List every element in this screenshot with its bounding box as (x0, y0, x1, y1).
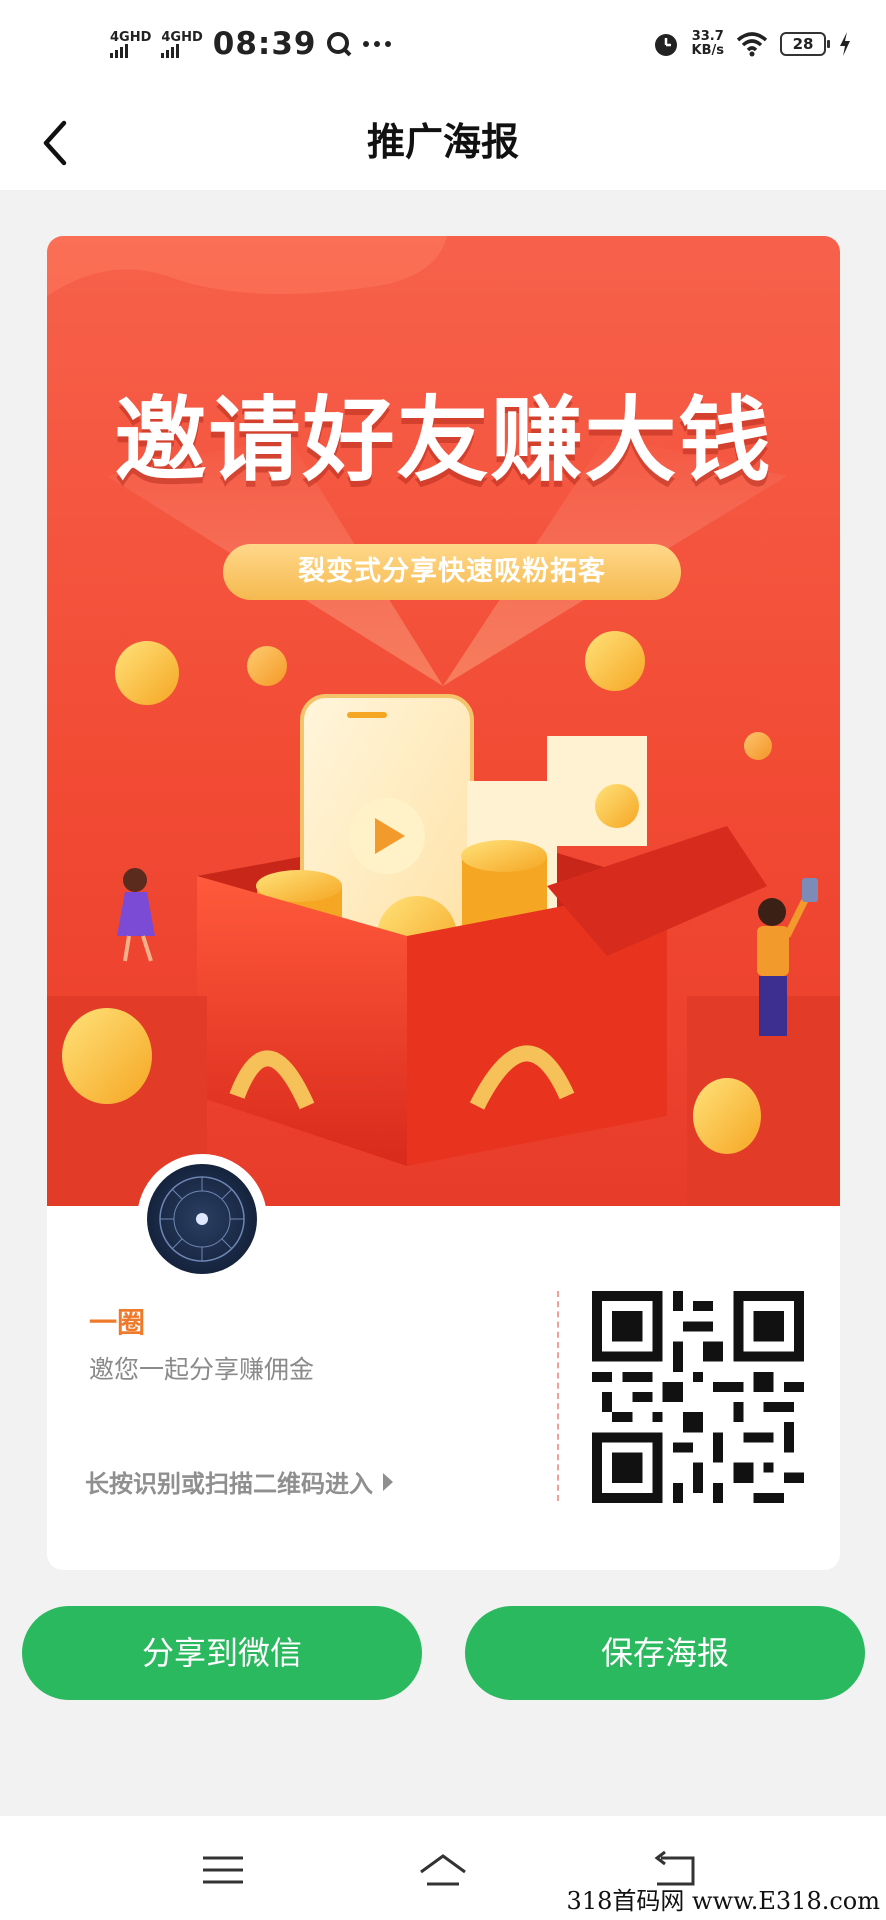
network-type: 4GHD (110, 29, 152, 45)
network-type: 4GHD (161, 29, 203, 45)
inviter-name: 一圈 (89, 1306, 146, 1339)
menu-icon[interactable] (193, 1848, 253, 1892)
app-header: 推广海报 (0, 95, 886, 190)
search-notification-icon (327, 32, 352, 57)
dashed-divider (557, 1291, 559, 1501)
zodiac-avatar-image (147, 1164, 257, 1274)
signal-indicator-1: 4GHD (110, 31, 151, 58)
status-bar: 4GHD 4GHD 08:39 33.7 KB/s 28 (0, 0, 886, 95)
save-poster-button[interactable]: 保存海报 (465, 1606, 865, 1700)
poster-banner: 邀请好友赚大钱 裂变式分享快速吸粉拓客 (47, 236, 840, 1206)
speed-value: 33.7 (691, 29, 724, 44)
signal-indicator-2: 4GHD (161, 29, 203, 58)
poster-headline: 邀请好友赚大钱 (114, 387, 773, 494)
charging-icon (840, 32, 850, 56)
clock: 08:39 (212, 26, 317, 62)
avatar (137, 1154, 267, 1284)
qr-code[interactable] (592, 1291, 804, 1503)
wifi-icon (736, 32, 768, 57)
promo-poster: 邀请好友赚大钱 裂变式分享快速吸粉拓客 一圈 邀您一起分享赚佣金 长按识别或扫描… (47, 236, 840, 1570)
battery-icon: 28 (780, 32, 830, 56)
poster-subtitle: 裂变式分享快速吸粉拓客 (223, 544, 681, 600)
scan-hint: 长按识别或扫描二维码进入 (85, 1464, 393, 1499)
invite-text: 邀您一起分享赚佣金 (89, 1355, 315, 1384)
more-dots-icon (363, 41, 392, 47)
home-icon[interactable] (413, 1848, 473, 1892)
share-to-wechat-button[interactable]: 分享到微信 (22, 1606, 422, 1700)
signal-bars-icon (110, 43, 128, 58)
system-nav-bar: 318首码网 www.E318.com (0, 1816, 886, 1920)
watermark-text: 318首码网 www.E318.com (566, 1887, 880, 1915)
signal-bars-icon (161, 43, 180, 58)
page-title: 推广海报 (366, 120, 519, 164)
alarm-icon (654, 34, 677, 56)
speed-unit: KB/s (691, 43, 724, 58)
play-triangle-icon (383, 1472, 393, 1491)
scan-hint-text: 长按识别或扫描二维码进入 (85, 1470, 373, 1498)
network-speed: 33.7 KB/s (692, 30, 724, 58)
